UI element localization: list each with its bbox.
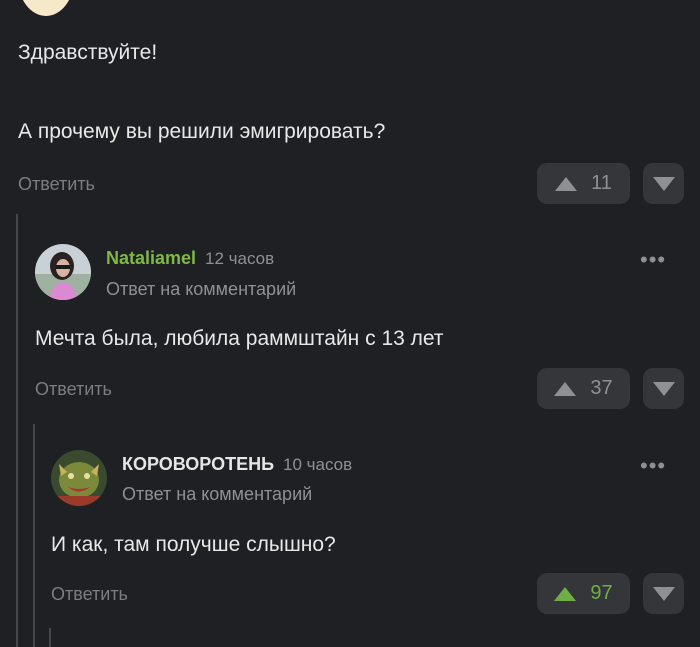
reply-link-3[interactable]: Ответить [51, 584, 128, 605]
upvote-button-1[interactable]: 11 [537, 163, 630, 204]
downvote-icon [652, 586, 675, 601]
thread-line-1[interactable] [16, 214, 18, 647]
comment-2-text: Мечта была, любила раммштайн с 13 лет [35, 327, 444, 350]
avatar-top[interactable] [18, 0, 74, 16]
reply-to-link-3[interactable]: Ответ на комментарий [122, 484, 312, 505]
avatar-image [35, 244, 91, 300]
upvote-button-3[interactable]: 97 [537, 573, 630, 614]
reply-link-1[interactable]: Ответить [18, 174, 95, 195]
thread-line-3[interactable] [49, 628, 51, 647]
time-2: 12 часов [205, 249, 275, 268]
reply-link-2[interactable]: Ответить [35, 379, 112, 400]
vote-count-2: 37 [590, 377, 613, 399]
comment-3-text: И как, там получше слышно? [51, 533, 336, 556]
upvote-icon [554, 586, 577, 601]
comment-1-line-2: А прочему вы решили эмигрировать? [18, 120, 386, 143]
time-3: 10 часов [283, 455, 353, 474]
downvote-button-3[interactable] [643, 573, 684, 614]
reply-to-link-2[interactable]: Ответ на комментарий [106, 279, 296, 300]
downvote-icon [652, 381, 675, 396]
thread-line-2[interactable] [33, 424, 35, 647]
comment-1-line-1: Здравствуйте! [18, 41, 158, 64]
username-korovoroten[interactable]: КОРОВОРОТЕНЬ [122, 454, 274, 475]
avatar-korovoroten[interactable] [51, 450, 107, 506]
downvote-icon [652, 176, 675, 191]
avatar-nataliamel[interactable] [35, 244, 91, 300]
downvote-button-1[interactable] [643, 163, 684, 204]
username-nataliamel[interactable]: Nataliamel [106, 248, 196, 269]
upvote-icon [555, 176, 578, 191]
upvote-button-2[interactable]: 37 [537, 368, 630, 409]
vote-count-1: 11 [591, 172, 612, 194]
avatar-image [51, 450, 107, 506]
more-options-icon[interactable]: ••• [640, 455, 666, 477]
more-options-icon[interactable]: ••• [640, 249, 666, 271]
downvote-button-2[interactable] [643, 368, 684, 409]
upvote-icon [554, 381, 577, 396]
vote-count-3: 97 [590, 582, 613, 604]
